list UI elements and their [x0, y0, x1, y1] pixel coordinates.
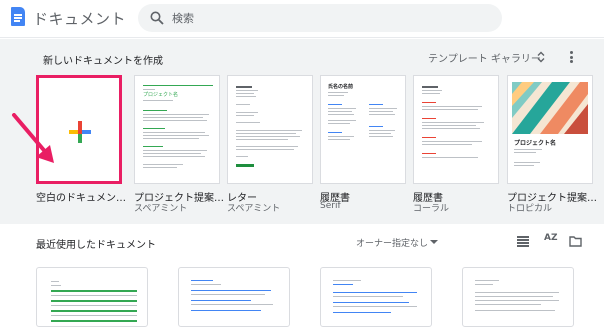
- app-title[interactable]: ドキュメント: [33, 8, 126, 29]
- folder-icon[interactable]: [569, 236, 582, 247]
- thumbnail-heading: プロジェクト名: [143, 92, 179, 98]
- template-thumbnail[interactable]: プロジェクト名: [507, 75, 593, 184]
- recent-section: 最近使用したドキュメント オーナー指定なし AZ: [0, 224, 604, 327]
- template-thumbnail[interactable]: 氏名の名前: [320, 75, 406, 184]
- template-subtitle: Serif: [320, 201, 341, 211]
- template-subtitle: スペアミント: [227, 204, 281, 214]
- top-bar: ドキュメント: [0, 0, 604, 38]
- recent-section-title: 最近使用したドキュメント: [36, 240, 156, 251]
- unfold-icon[interactable]: [536, 51, 546, 63]
- template-name[interactable]: 空白のドキュメン…: [36, 189, 136, 204]
- tropical-cover-image: [512, 82, 588, 134]
- caret-down-icon[interactable]: [430, 240, 438, 244]
- plus-icon: [69, 121, 91, 143]
- template-section: 新しいドキュメントを作成 テンプレート ギャラリー 空白のドキュメン… プロジェ…: [0, 39, 604, 224]
- template-subtitle: トロピカル: [507, 204, 553, 214]
- owner-filter-dropdown[interactable]: オーナー指定なし: [356, 236, 428, 249]
- list-view-icon[interactable]: [517, 236, 529, 247]
- recent-document[interactable]: [462, 267, 574, 327]
- search-box[interactable]: [138, 4, 502, 32]
- template-subtitle: コーラル: [413, 204, 450, 214]
- template-thumbnail[interactable]: [413, 75, 499, 184]
- template-thumbnail[interactable]: [227, 75, 313, 184]
- search-icon[interactable]: [150, 11, 164, 25]
- recent-document[interactable]: [36, 267, 148, 327]
- search-input[interactable]: [172, 9, 472, 27]
- template-section-title: 新しいドキュメントを作成: [43, 56, 163, 67]
- recent-document[interactable]: [320, 267, 432, 327]
- highlight-arrow-icon: [12, 113, 54, 163]
- recent-document[interactable]: [178, 267, 290, 327]
- sort-az-icon[interactable]: AZ: [544, 233, 558, 243]
- thumbnail-heading: プロジェクト名: [514, 140, 557, 147]
- template-gallery-button[interactable]: テンプレート ギャラリー: [428, 50, 541, 65]
- template-thumbnail[interactable]: プロジェクト名: [134, 75, 220, 184]
- docs-logo-icon[interactable]: [11, 7, 25, 26]
- template-subtitle: スペアミント: [134, 204, 188, 214]
- thumbnail-heading: 氏名の名前: [328, 84, 354, 90]
- more-vert-icon[interactable]: [568, 50, 574, 64]
